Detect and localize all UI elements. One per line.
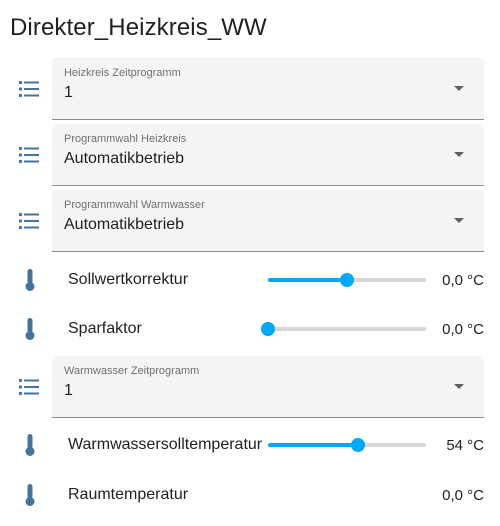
programmwahl-heizkreis-select[interactable]: Programmwahl Heizkreis Automatikbetrieb <box>52 124 484 186</box>
format-list-bulleted-icon <box>18 77 42 101</box>
select-value: 1 <box>64 84 73 101</box>
slider-fill <box>268 278 347 282</box>
dropdown-arrow-icon[interactable] <box>454 152 464 157</box>
slider-row-sollwertkorrektur: Sollwertkorrektur 0,0 °C <box>0 262 500 298</box>
entity-state: 0,0 °C <box>442 272 484 289</box>
select-value: Automatikbetrieb <box>64 150 185 167</box>
format-list-bulleted-icon <box>18 209 42 233</box>
entity-state: 0,0 °C <box>442 487 484 504</box>
dropdown-arrow-icon[interactable] <box>454 384 464 389</box>
slider-fill <box>268 443 359 447</box>
thermometer-icon <box>18 268 42 292</box>
slider-row-warmwassersolltemperatur: Warmwassersolltemperatur 54 °C <box>0 427 500 463</box>
entity-state: 0,0 °C <box>442 321 484 338</box>
sparfaktor-slider[interactable] <box>261 319 426 339</box>
select-label: Heizkreis Zeitprogramm <box>64 67 181 79</box>
heizkreis-zeitprogramm-select[interactable]: Heizkreis Zeitprogramm 1 <box>52 58 484 120</box>
select-value: Automatikbetrieb <box>64 216 185 233</box>
slider-row-sparfaktor: Sparfaktor 0,0 °C <box>0 311 500 347</box>
entity-name: Warmwassersolltemperatur <box>68 436 263 453</box>
select-row-programmwahl-heizkreis: Programmwahl Heizkreis Automatikbetrieb <box>0 124 500 186</box>
select-row-warmwasser-zeitprogramm: Warmwasser Zeitprogramm 1 <box>0 356 500 418</box>
slider-track <box>268 327 426 331</box>
warmwasser-zeitprogramm-select[interactable]: Warmwasser Zeitprogramm 1 <box>52 356 484 418</box>
slider-thumb[interactable] <box>340 273 354 287</box>
slider-thumb[interactable] <box>351 438 366 452</box>
entity-name: Sollwertkorrektur <box>68 271 189 288</box>
select-value: 1 <box>64 382 73 399</box>
dropdown-arrow-icon[interactable] <box>454 218 464 223</box>
sensor-row-raumtemperatur[interactable]: Raumtemperatur 0,0 °C <box>0 477 500 513</box>
warmwassersolltemperatur-slider[interactable] <box>268 435 426 455</box>
select-label: Warmwasser Zeitprogramm <box>64 365 200 377</box>
sollwertkorrektur-slider[interactable] <box>268 270 426 290</box>
slider-thumb[interactable] <box>261 322 275 336</box>
entity-state: 54 °C <box>446 437 484 454</box>
select-row-heizkreis-zeitprogramm: Heizkreis Zeitprogramm 1 <box>0 58 500 120</box>
format-list-bulleted-icon <box>18 375 42 399</box>
thermometer-icon <box>18 317 42 341</box>
format-list-bulleted-icon <box>18 143 42 167</box>
dropdown-arrow-icon[interactable] <box>454 86 464 91</box>
entity-name: Raumtemperatur <box>68 486 189 503</box>
select-label: Programmwahl Heizkreis <box>64 133 187 145</box>
select-row-programmwahl-warmwasser: Programmwahl Warmwasser Automatikbetrieb <box>0 190 500 252</box>
select-label: Programmwahl Warmwasser <box>64 199 205 211</box>
thermometer-icon <box>18 483 42 507</box>
entities-card: Direkter_Heizkreis_WW Heizkreis Zeitprog… <box>0 0 500 526</box>
programmwahl-warmwasser-select[interactable]: Programmwahl Warmwasser Automatikbetrieb <box>52 190 484 252</box>
card-title: Direkter_Heizkreis_WW <box>10 14 267 41</box>
entity-name: Sparfaktor <box>68 320 142 337</box>
thermometer-icon <box>18 433 42 457</box>
